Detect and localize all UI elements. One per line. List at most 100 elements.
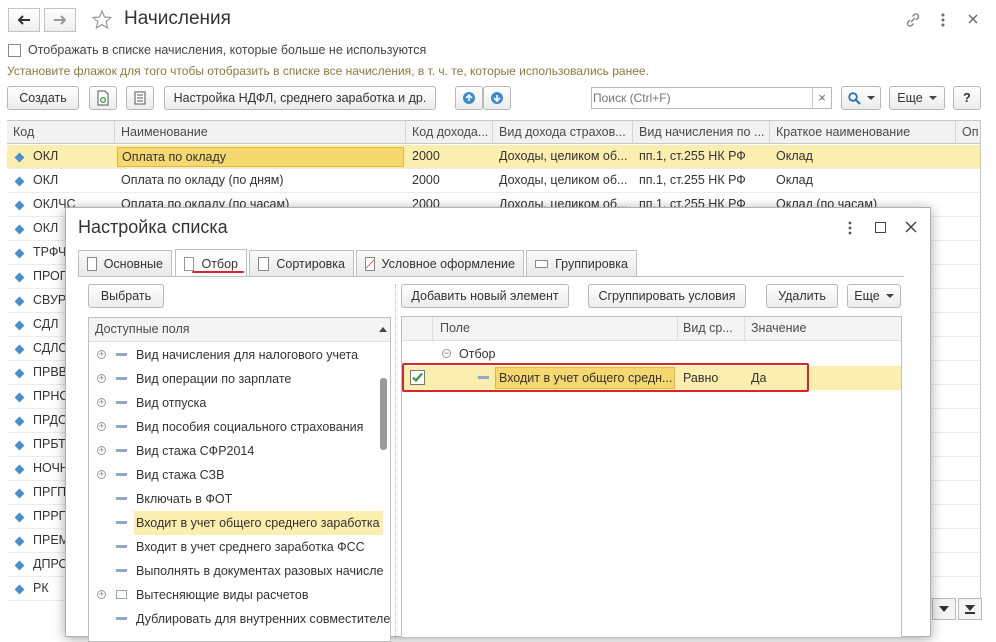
close-icon[interactable] <box>905 221 917 233</box>
move-up-button[interactable] <box>455 86 483 110</box>
tab-sorting[interactable]: Сортировка <box>249 250 354 276</box>
more-button[interactable]: Еще <box>889 86 945 110</box>
expand-icon[interactable]: + <box>97 590 106 599</box>
item-icon <box>14 488 25 499</box>
maximize-icon[interactable] <box>875 222 886 233</box>
item-icon <box>14 320 25 331</box>
column-header-accrual-type[interactable]: Вид начисления по ... <box>633 121 770 144</box>
search-clear-button[interactable]: × <box>812 88 831 108</box>
delete-button[interactable]: Удалить <box>766 284 838 308</box>
column-header-value[interactable]: Значение <box>751 321 806 335</box>
forward-button[interactable] <box>44 8 76 32</box>
field-list-item[interactable]: + Вид стажа СФР2014 <box>89 439 379 463</box>
item-icon <box>14 440 25 451</box>
tab-panel-border <box>78 276 904 277</box>
dialog-title: Настройка списка <box>78 217 228 237</box>
field-list-item[interactable]: + Вид отпуска <box>89 391 379 415</box>
field-list-item[interactable]: Включать в ФОТ <box>89 487 379 511</box>
filter-header: Поле Вид ср... Значение <box>402 317 901 341</box>
dialog-more-button[interactable]: Еще <box>847 284 901 308</box>
close-icon[interactable] <box>967 13 979 25</box>
chevron-down-icon <box>885 294 894 298</box>
arrow-right-icon <box>54 15 67 25</box>
table-row[interactable]: ОКЛ Оплата по окладу 2000 Доходы, целиком о… <box>7 145 981 169</box>
field-list-item[interactable]: Выполнять в документах разовых начисле <box>89 559 383 583</box>
scroll-down-button[interactable] <box>932 598 956 620</box>
expand-icon[interactable]: + <box>97 350 106 359</box>
fields-scrollbar[interactable] <box>380 378 387 450</box>
column-header-income-type[interactable]: Вид дохода страхов... <box>493 121 633 144</box>
column-header-field[interactable]: Поле <box>440 321 470 335</box>
arrow-left-icon <box>17 15 30 25</box>
column-header-op[interactable]: Оп <box>956 121 981 144</box>
list-view-button[interactable] <box>126 86 154 110</box>
field-list-item[interactable]: + Вид операции по зарплате <box>89 367 379 391</box>
dash-icon <box>116 617 127 620</box>
table-cell: пп.1, ст.255 НК РФ <box>639 173 746 187</box>
table-row[interactable]: ОКЛ Оплата по окладу (по дням) 2000 Доходы,… <box>7 169 981 193</box>
more-vertical-icon[interactable] <box>846 220 854 236</box>
field-label: Включать в ФОТ <box>136 492 233 506</box>
link-icon[interactable] <box>904 11 922 29</box>
table-cell: Оплата по окладу <box>117 147 404 167</box>
available-fields-list: + Вид начисления для налогового учета + Вид… <box>89 343 390 641</box>
search-input[interactable] <box>593 89 808 107</box>
ndfl-settings-button[interactable]: Настройка НДФЛ, среднего заработка и др. <box>164 86 436 110</box>
table-cell: Доходы, целиком об... <box>499 173 628 187</box>
column-header-code[interactable]: Код <box>7 121 115 144</box>
back-button[interactable] <box>8 8 40 32</box>
tab-conditional-formatting[interactable]: Условное оформление <box>356 250 524 276</box>
column-header-short-name[interactable]: Краткое наименование <box>770 121 956 144</box>
field-label: Вид начисления для налогового учета <box>136 348 359 362</box>
copy-document-button[interactable] <box>89 86 117 110</box>
page-title: Начисления <box>124 8 231 29</box>
expand-icon[interactable]: + <box>97 374 106 383</box>
item-icon <box>14 512 25 523</box>
scroll-end-button[interactable] <box>958 598 982 620</box>
field-label: Вытесняющие виды расчетов <box>136 588 309 602</box>
panel-splitter[interactable] <box>395 284 396 638</box>
expand-icon[interactable]: + <box>97 422 106 431</box>
help-button[interactable]: ? <box>953 86 981 110</box>
column-header-name[interactable]: Наименование <box>115 121 406 144</box>
move-down-button[interactable] <box>483 86 511 110</box>
tab-grouping[interactable]: Группировка <box>526 250 637 276</box>
expand-icon[interactable]: + <box>97 470 106 479</box>
column-header-comparison[interactable]: Вид ср... <box>683 321 733 335</box>
search-options-button[interactable] <box>841 86 881 110</box>
group-conditions-button[interactable]: Сгруппировать условия <box>588 284 746 308</box>
dash-icon <box>116 353 127 356</box>
column-header-income-code[interactable]: Код дохода... <box>406 121 493 144</box>
chevron-down-icon <box>866 96 875 100</box>
item-icon <box>14 296 25 307</box>
item-icon <box>14 224 25 235</box>
dash-icon <box>116 425 127 428</box>
field-label: Вид операции по зарплате <box>136 372 292 386</box>
tab-basic[interactable]: Основные <box>78 250 172 276</box>
field-list-item[interactable]: + Вид начисления для налогового учета <box>89 343 379 367</box>
field-list-item[interactable]: + Вид пособия социального страхования <box>89 415 379 439</box>
field-list-item[interactable]: + Вытесняющие виды расчетов <box>89 583 379 607</box>
field-list-item[interactable]: Входит в учет общего среднего заработка <box>89 511 383 535</box>
show-unused-checkbox[interactable] <box>8 44 21 60</box>
dash-icon <box>116 590 127 599</box>
expand-icon[interactable]: + <box>97 398 106 407</box>
available-fields-header: Доступные поля <box>89 318 390 342</box>
favorite-star-icon[interactable] <box>91 9 113 31</box>
create-button[interactable]: Создать <box>7 86 79 110</box>
add-element-button[interactable]: Добавить новый элемент <box>401 284 569 308</box>
select-field-button[interactable]: Выбрать <box>88 284 164 308</box>
list-icon <box>134 91 146 105</box>
expand-icon[interactable]: + <box>97 446 106 455</box>
item-icon <box>14 560 25 571</box>
table-cell: ОКЛ <box>33 173 59 187</box>
field-list-item[interactable]: Дублировать для внутренних совместителе <box>89 607 390 631</box>
collapse-icon[interactable]: − <box>442 349 451 358</box>
scroll-up-icon[interactable] <box>379 327 387 332</box>
available-fields-panel: Доступные поля + Вид начисления для налог… <box>88 317 391 642</box>
more-vertical-icon[interactable] <box>939 11 947 29</box>
field-list-item[interactable]: Входит в учет среднего заработка ФСС <box>89 535 379 559</box>
highlight-frame <box>402 363 809 392</box>
field-list-item[interactable]: + Вид стажа СЗВ <box>89 463 379 487</box>
table-cell: Оклад <box>776 173 813 187</box>
